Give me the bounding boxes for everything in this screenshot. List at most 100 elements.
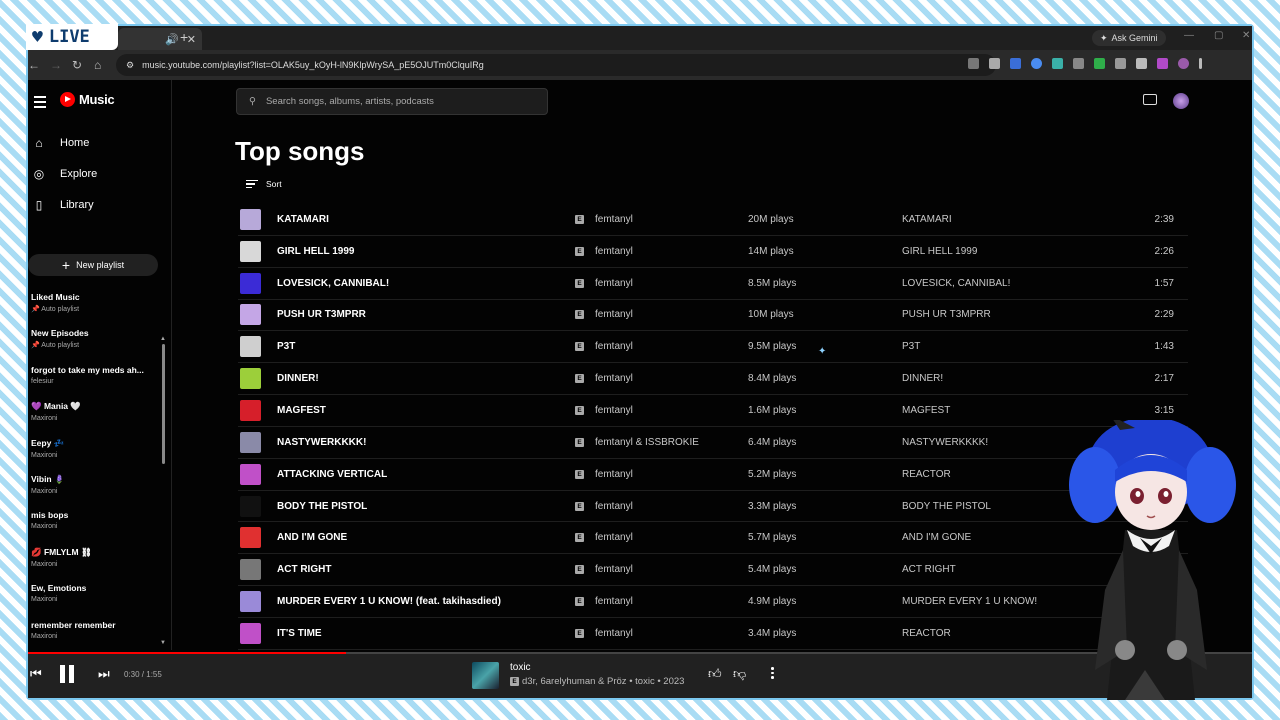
table-row[interactable]: GIRL HELL 1999 Efemtanyl 14M plays GIRL HEL… bbox=[238, 236, 1188, 268]
sidebar-playlist-item[interactable]: New Episodes 📌 Auto playlist bbox=[31, 328, 155, 364]
song-artist[interactable]: femtanyl bbox=[595, 278, 633, 289]
song-album[interactable]: REACTOR bbox=[902, 628, 951, 639]
extension-icon[interactable] bbox=[1157, 58, 1168, 69]
sidebar-playlist-item[interactable]: Eepy 💤 Maxironi bbox=[31, 438, 155, 474]
song-title[interactable]: KATAMARI bbox=[277, 214, 329, 225]
site-info-icon[interactable]: ⚙ bbox=[126, 60, 134, 71]
sidebar-scrollbar[interactable] bbox=[162, 344, 165, 464]
ask-gemini-button[interactable]: ✦ Ask Gemini bbox=[1092, 30, 1166, 46]
song-album[interactable]: LOVESICK, CANNIBAL! bbox=[902, 278, 1010, 289]
reload-icon[interactable]: ↻ bbox=[72, 58, 82, 72]
table-row[interactable]: LOVESICK, CANNIBAL! Efemtanyl 8.5M plays LO… bbox=[238, 268, 1188, 300]
more-options-icon[interactable] bbox=[771, 667, 774, 679]
song-album[interactable]: KATAMARI bbox=[902, 214, 952, 225]
song-album[interactable]: GIRL HELL 1999 bbox=[902, 246, 977, 257]
song-thumbnail[interactable] bbox=[240, 208, 261, 230]
sort-button[interactable]: Sort bbox=[246, 179, 282, 189]
song-album[interactable]: NASTYWERKKKK! bbox=[902, 437, 988, 448]
table-row[interactable]: ATTACKING VERTICAL Efemtanyl 5.2M plays REA… bbox=[238, 459, 1188, 491]
sidebar-playlist-item[interactable]: 💜 Mania 🤍 Maxironi bbox=[31, 401, 155, 437]
bookmark-star-icon[interactable] bbox=[989, 58, 1000, 69]
song-artist[interactable]: femtanyl bbox=[595, 532, 633, 543]
song-title[interactable]: AND I'M GONE bbox=[277, 532, 347, 543]
ytmusic-logo[interactable]: Music bbox=[60, 92, 115, 107]
song-title[interactable]: PUSH UR T3MPRR bbox=[277, 309, 366, 320]
song-album[interactable]: MURDER EVERY 1 U KNOW! bbox=[902, 596, 1037, 607]
pause-button[interactable] bbox=[60, 665, 76, 683]
song-album[interactable]: AND I'M GONE bbox=[902, 532, 971, 543]
hamburger-menu-icon[interactable] bbox=[34, 96, 46, 108]
profile-icon[interactable] bbox=[1178, 58, 1189, 69]
minimize-button[interactable]: — bbox=[1184, 30, 1194, 41]
table-row[interactable]: MAGFEST Efemtanyl 1.6M plays MAGFEST 3:15 bbox=[238, 395, 1188, 427]
song-album[interactable]: P3T bbox=[902, 341, 920, 352]
song-title[interactable]: GIRL HELL 1999 bbox=[277, 246, 354, 257]
song-album[interactable]: DINNER! bbox=[902, 373, 943, 384]
table-row[interactable]: IT'S TIME Efemtanyl 3.4M plays REACTOR bbox=[238, 618, 1188, 650]
table-row[interactable]: P3T Efemtanyl 9.5M plays P3T 1:43 bbox=[238, 331, 1188, 364]
back-arrow-icon[interactable]: ← bbox=[28, 58, 40, 72]
song-title[interactable]: NASTYWERKKKK! bbox=[277, 437, 366, 448]
song-thumbnail[interactable] bbox=[240, 272, 261, 294]
extension-icon[interactable] bbox=[1031, 58, 1042, 69]
new-tab-button[interactable]: + bbox=[180, 29, 188, 45]
sidebar-playlist-item[interactable]: 💋 FMLYLM ⛓ Maxironi bbox=[31, 547, 155, 583]
kebab-menu-icon[interactable] bbox=[1199, 58, 1202, 69]
table-row[interactable]: BODY THE PISTOL Efemtanyl 3.3M plays BODY T… bbox=[238, 491, 1188, 523]
song-title[interactable]: MURDER EVERY 1 U KNOW! (feat. takihasdie… bbox=[277, 596, 501, 607]
song-album[interactable]: REACTOR bbox=[902, 469, 951, 480]
song-artist[interactable]: femtanyl bbox=[595, 564, 633, 575]
song-thumbnail[interactable] bbox=[240, 591, 261, 613]
sidebar-playlist-item[interactable]: Vibin 🪻 Maxironi bbox=[31, 474, 155, 510]
sidebar-playlist-item[interactable]: Liked Music 📌 Auto playlist bbox=[31, 292, 155, 328]
url-field[interactable]: ⚙ music.youtube.com/playlist?list=OLAK5u… bbox=[116, 54, 996, 76]
home-browser-icon[interactable]: ⌂ bbox=[94, 58, 101, 72]
puzzle-icon[interactable] bbox=[1115, 58, 1126, 69]
now-playing-thumbnail[interactable] bbox=[472, 662, 499, 689]
sidebar-item-library[interactable]: ▯ Library bbox=[32, 198, 94, 212]
search-input[interactable]: ⚲ Search songs, albums, artists, podcast… bbox=[236, 88, 548, 115]
song-artist[interactable]: femtanyl bbox=[595, 405, 633, 416]
table-row[interactable]: KATAMARI Efemtanyl 20M plays KATAMARI 2:39 bbox=[238, 204, 1188, 236]
next-icon[interactable]: ⏭ bbox=[98, 666, 110, 682]
cast-icon[interactable] bbox=[1143, 94, 1157, 105]
song-title[interactable]: LOVESICK, CANNIBAL! bbox=[277, 278, 389, 289]
install-icon[interactable] bbox=[968, 58, 979, 69]
table-row[interactable]: MURDER EVERY 1 U KNOW! (feat. takihasdie… bbox=[238, 586, 1188, 618]
song-album[interactable]: PUSH UR T3MPRR bbox=[902, 309, 991, 320]
song-artist[interactable]: femtanyl bbox=[595, 246, 633, 257]
song-artist[interactable]: femtanyl bbox=[595, 373, 633, 384]
song-album[interactable]: BODY THE PISTOL bbox=[902, 501, 991, 512]
song-title[interactable]: ACT RIGHT bbox=[277, 564, 331, 575]
maximize-button[interactable]: ▢ bbox=[1214, 30, 1223, 41]
sidebar-item-explore[interactable]: ◎ Explore bbox=[32, 167, 98, 181]
song-thumbnail[interactable] bbox=[240, 495, 261, 517]
song-title[interactable]: MAGFEST bbox=[277, 405, 326, 416]
extension-icon[interactable] bbox=[1052, 58, 1063, 69]
song-thumbnail[interactable] bbox=[240, 240, 261, 262]
song-title[interactable]: IT'S TIME bbox=[277, 628, 322, 639]
close-window-button[interactable]: ✕ bbox=[1242, 30, 1250, 41]
thumbs-up-icon[interactable]: 👍︎ bbox=[708, 666, 722, 682]
song-artist[interactable]: femtanyl bbox=[595, 596, 633, 607]
new-playlist-button[interactable]: + New playlist bbox=[28, 254, 158, 276]
table-row[interactable]: ACT RIGHT Efemtanyl 5.4M plays ACT RIGHT bbox=[238, 554, 1188, 587]
extension-icon[interactable] bbox=[1094, 58, 1105, 69]
song-title[interactable]: ATTACKING VERTICAL bbox=[277, 469, 387, 480]
extension-icon[interactable] bbox=[1010, 58, 1021, 69]
forward-arrow-icon[interactable]: → bbox=[50, 58, 62, 72]
song-thumbnail[interactable] bbox=[240, 622, 261, 644]
song-thumbnail[interactable] bbox=[240, 304, 261, 326]
table-row[interactable]: NASTYWERKKKK! Efemtanyl & ISSBROKIE 6.4M p… bbox=[238, 427, 1188, 459]
song-thumbnail[interactable] bbox=[240, 336, 261, 358]
sidebar-playlist-item[interactable]: Ew, Emotions Maxironi bbox=[31, 583, 155, 619]
song-artist[interactable]: femtanyl bbox=[595, 501, 633, 512]
song-artist[interactable]: femtanyl bbox=[595, 341, 633, 352]
download-icon[interactable] bbox=[1136, 58, 1147, 69]
extension-icon[interactable] bbox=[1073, 58, 1084, 69]
table-row[interactable]: AND I'M GONE Efemtanyl 5.7M plays AND I'M G… bbox=[238, 522, 1188, 555]
song-artist[interactable]: femtanyl bbox=[595, 469, 633, 480]
song-thumbnail[interactable] bbox=[240, 463, 261, 485]
song-thumbnail[interactable] bbox=[240, 527, 261, 549]
previous-icon[interactable]: ⏮ bbox=[30, 666, 42, 682]
